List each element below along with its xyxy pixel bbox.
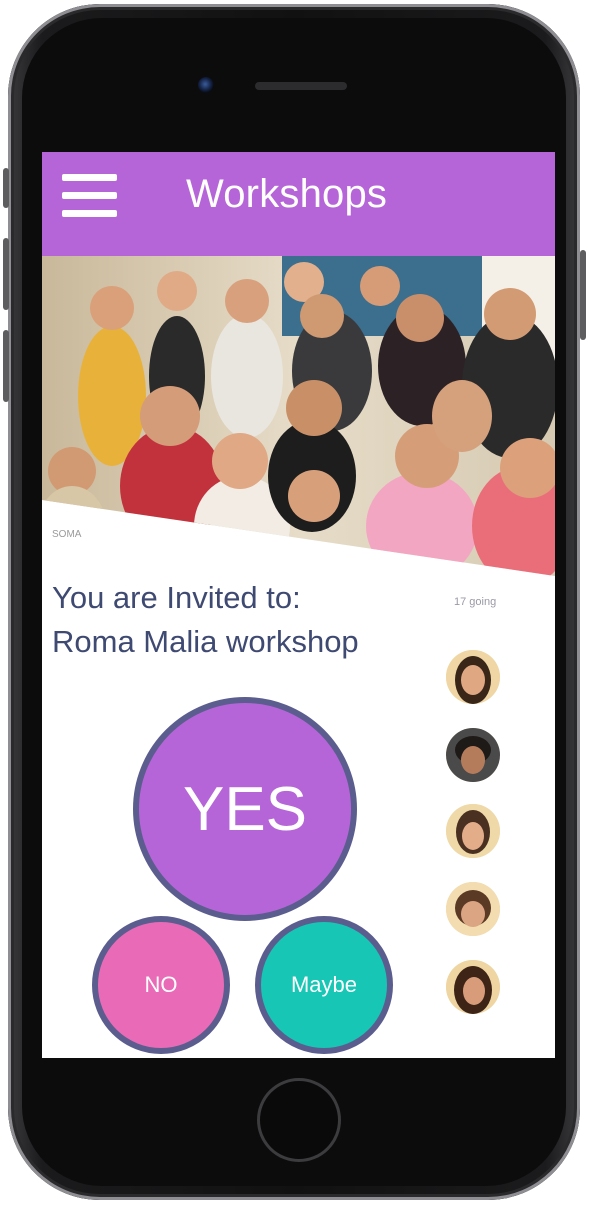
attendee-avatar[interactable]	[446, 728, 500, 782]
attendee-avatar[interactable]	[446, 882, 500, 936]
app-header: Workshops	[42, 152, 555, 256]
invite-heading: You are Invited to:	[52, 580, 301, 615]
app-screen: Workshops SOMA You are Invited to: Roma …	[42, 152, 555, 1058]
power-button	[580, 250, 586, 340]
workshop-name: Roma Malia workshop	[52, 624, 359, 659]
rsvp-maybe-button[interactable]: Maybe	[255, 916, 393, 1054]
volume-up-button	[3, 238, 9, 310]
mute-switch	[3, 168, 9, 208]
photo-caption: SOMA	[52, 529, 82, 540]
attendee-avatar[interactable]	[446, 804, 500, 858]
rsvp-yes-button[interactable]: YES	[133, 697, 357, 921]
attendee-avatar[interactable]	[446, 650, 500, 704]
workshop-group-photo	[42, 256, 555, 576]
attendee-avatar[interactable]	[446, 960, 500, 1014]
hamburger-menu-icon[interactable]	[62, 174, 117, 218]
earpiece-speaker	[255, 82, 347, 90]
volume-down-button	[3, 330, 9, 402]
going-count: 17 going	[454, 596, 497, 608]
front-camera	[198, 77, 214, 93]
rsvp-no-button[interactable]: NO	[92, 916, 230, 1054]
home-button[interactable]	[257, 1078, 341, 1162]
page-title: Workshops	[186, 172, 388, 216]
